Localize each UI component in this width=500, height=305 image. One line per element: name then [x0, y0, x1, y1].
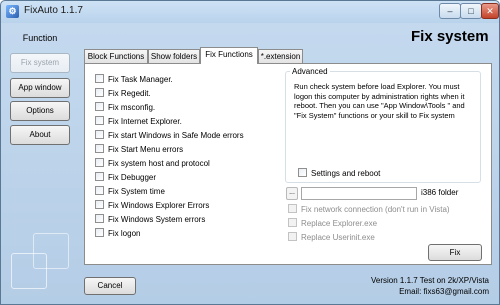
email-text: Email: fixs63@gmail.com	[399, 287, 489, 296]
fix-safe-mode-checkbox[interactable]: Fix start Windows in Safe Mode errors	[95, 130, 244, 142]
checkbox-box[interactable]	[95, 144, 104, 153]
settings-reboot-checkbox[interactable]: Settings and reboot	[298, 168, 380, 180]
checkbox-label: Fix system host and protocol	[108, 159, 210, 168]
replace-explorer-checkbox[interactable]: Replace Explorer.exe	[288, 218, 377, 230]
sidebar-button-fix-system[interactable]: Fix system	[10, 53, 70, 73]
footer-info: Version 1.1.7 Test on 2k/XP/Vista Email:…	[371, 275, 489, 297]
checkbox-label: Fix network connection (don't run in Vis…	[301, 205, 450, 214]
advanced-legend: Advanced	[290, 67, 330, 76]
checkbox-label: Fix Start Menu errors	[108, 145, 184, 154]
sidebar-title: Function	[22, 33, 58, 43]
fix-host-protocol-checkbox[interactable]: Fix system host and protocol	[95, 158, 210, 170]
close-button[interactable]: ✕	[481, 3, 499, 19]
checkbox-label: Settings and reboot	[311, 169, 381, 178]
checkbox-label: Replace Explorer.exe	[301, 219, 378, 228]
title-bar[interactable]: ⚙ FixAuto 1.1.7 – □ ✕	[1, 1, 499, 23]
checkbox-box[interactable]	[95, 102, 104, 111]
checkbox-box[interactable]	[95, 88, 104, 97]
tab-fix-functions[interactable]: Fix Functions	[200, 47, 258, 64]
fix-explorer-errors-checkbox[interactable]: Fix Windows Explorer Errors	[95, 200, 209, 212]
checkbox-box[interactable]	[288, 218, 297, 227]
advanced-group: Advanced Run check system before load Ex…	[285, 67, 481, 183]
checkbox-box[interactable]	[95, 214, 104, 223]
fix-internet-explorer-checkbox[interactable]: Fix Internet Explorer.	[95, 116, 182, 128]
advanced-description: Run check system before load Explorer. Y…	[294, 82, 465, 120]
fix-task-manager-checkbox[interactable]: Fix Task Manager.	[95, 74, 173, 86]
checkbox-box[interactable]	[95, 74, 104, 83]
page-title: Fix system	[411, 28, 489, 45]
fix-logon-checkbox[interactable]: Fix logon	[95, 228, 140, 240]
checkbox-box[interactable]	[298, 168, 307, 177]
replace-userinit-checkbox[interactable]: Replace Userinit.exe	[288, 232, 375, 244]
i386-folder-input[interactable]	[301, 187, 417, 200]
maximize-button[interactable]: □	[460, 3, 482, 19]
checkbox-box[interactable]	[288, 232, 297, 241]
checkbox-box[interactable]	[95, 172, 104, 181]
checkbox-label: Fix Windows System errors	[108, 215, 206, 224]
fix-start-menu-checkbox[interactable]: Fix Start Menu errors	[95, 144, 183, 156]
checkbox-label: Fix logon	[108, 229, 141, 238]
fix-network-checkbox[interactable]: Fix network connection (don't run in Vis…	[288, 204, 450, 216]
cancel-button[interactable]: Cancel	[84, 277, 136, 295]
checkbox-label: Fix msconfig.	[108, 103, 156, 112]
app-icon: ⚙	[6, 5, 19, 18]
browse-folder-button[interactable]: ...	[286, 187, 298, 200]
fix-system-time-checkbox[interactable]: Fix System time	[95, 186, 165, 198]
fix-regedit-checkbox[interactable]: Fix Regedit.	[95, 88, 151, 100]
checkbox-box[interactable]	[95, 130, 104, 139]
tab-show-folders[interactable]: Show folders	[148, 49, 200, 63]
window-title: FixAuto 1.1.7	[24, 5, 83, 16]
checkbox-box[interactable]	[95, 158, 104, 167]
logo-square-right	[33, 233, 69, 269]
sidebar: Function Fix system App window Options A…	[1, 23, 79, 304]
checkbox-box[interactable]	[95, 186, 104, 195]
fix-button[interactable]: Fix	[428, 244, 482, 261]
sidebar-button-options[interactable]: Options	[10, 101, 70, 121]
checkbox-label: Replace Userinit.exe	[301, 233, 375, 242]
checkbox-label: Fix start Windows in Safe Mode errors	[108, 131, 244, 140]
minimize-button[interactable]: –	[439, 3, 461, 19]
checkbox-box[interactable]	[288, 204, 297, 213]
checkbox-box[interactable]	[95, 228, 104, 237]
checkbox-label: Fix System time	[108, 187, 165, 196]
checkbox-box[interactable]	[95, 200, 104, 209]
checkbox-label: Fix Internet Explorer.	[108, 117, 182, 126]
checkbox-label: Fix Task Manager.	[108, 75, 173, 84]
fix-msconfig-checkbox[interactable]: Fix msconfig.	[95, 102, 155, 114]
fix-system-errors-checkbox[interactable]: Fix Windows System errors	[95, 214, 205, 226]
checkbox-label: Fix Debugger	[108, 173, 157, 182]
fix-debugger-checkbox[interactable]: Fix Debugger	[95, 172, 156, 184]
version-text: Version 1.1.7 Test on 2k/XP/Vista	[371, 276, 489, 285]
tab-block-functions[interactable]: Block Functions	[84, 49, 148, 63]
decorative-logo	[11, 233, 69, 289]
checkbox-label: Fix Windows Explorer Errors	[108, 201, 210, 210]
app-window: ⚙ FixAuto 1.1.7 – □ ✕ Function Fix syste…	[0, 0, 500, 305]
checkbox-box[interactable]	[95, 116, 104, 125]
i386-folder-label: i386 folder	[421, 188, 459, 197]
sidebar-button-about[interactable]: About	[10, 125, 70, 145]
fix-functions-panel: Fix Task Manager. Fix Regedit. Fix mscon…	[84, 63, 492, 265]
checkbox-label: Fix Regedit.	[108, 89, 151, 98]
sidebar-button-app-window[interactable]: App window	[10, 78, 70, 98]
tab-extension[interactable]: *.extension	[258, 49, 303, 63]
